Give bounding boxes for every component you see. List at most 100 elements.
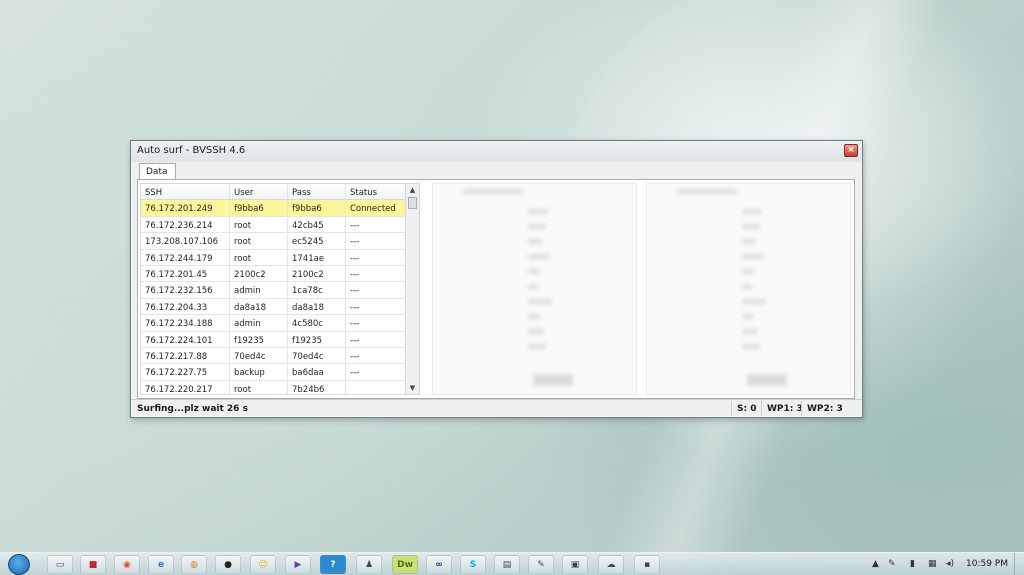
app-window: Auto surf - BVSSH 4.6 × Data SSH User Pa… [130, 140, 863, 418]
cell-ssh: 76.172.234.188 [141, 315, 230, 331]
cell-pass: 7b24b6 [288, 380, 346, 394]
cell-pass: f9bba6 [288, 200, 346, 216]
tray-app-icon[interactable]: ✎ [888, 559, 896, 569]
smiley-icon[interactable]: ☺ [250, 555, 276, 574]
cell-user: 2100c2 [230, 265, 288, 282]
table-row[interactable]: 76.172.232.156 admin 1ca78c --- [141, 282, 419, 299]
spy-icon[interactable]: ♟ [356, 555, 382, 574]
table-row[interactable]: 173.208.107.106 root ec5245 --- [141, 233, 419, 250]
cell-user: root [230, 380, 288, 394]
cell-ssh: 76.172.227.75 [141, 364, 230, 380]
ie-icon[interactable]: e [148, 555, 174, 574]
cell-pass: 70ed4c [288, 347, 346, 364]
status-message: Surfing...plz wait 26 s [137, 404, 248, 414]
network-tray-icon[interactable]: ▦ [928, 559, 937, 569]
table-row[interactable]: 76.172.220.217 root 7b24b6 [141, 380, 419, 394]
ssh-table: SSH User Pass Status 76.172.201.249 f9bba… [140, 183, 420, 395]
terminal-icon[interactable]: ▪ [634, 555, 660, 574]
table-row[interactable]: 76.172.217.88 70ed4c 70ed4c --- [141, 347, 419, 365]
skype-icon[interactable]: S [460, 555, 486, 574]
cell-ssh: 76.172.201.249 [141, 200, 230, 216]
status-s-count: S: 0 [731, 401, 763, 416]
link-icon[interactable]: ∞ [426, 555, 452, 574]
app-red-icon[interactable]: ■ [80, 555, 106, 574]
cell-status: --- [350, 237, 360, 248]
cell-ssh: 76.172.244.179 [141, 249, 230, 265]
cell-ssh: 76.172.236.214 [141, 216, 230, 233]
cell-user: root [230, 233, 288, 249]
scroll-thumb[interactable] [408, 197, 417, 209]
tray-device-icon[interactable]: ▮ [910, 559, 915, 569]
scroll-up-icon[interactable]: ▲ [406, 184, 419, 196]
tray-expand-icon[interactable]: ▲ [872, 559, 879, 569]
cell-status: --- [350, 269, 360, 280]
table-row[interactable]: 76.172.234.188 admin 4c580c --- [141, 315, 419, 332]
cell-user: root [230, 249, 288, 265]
vs-icon[interactable]: ▶ [285, 555, 311, 574]
cell-user: root [230, 216, 288, 233]
cell-pass: 1741ae [288, 249, 346, 265]
notepad-icon[interactable]: ▤ [494, 555, 520, 574]
cell-pass: ba6daa [288, 364, 346, 380]
app-dark-icon[interactable]: ● [215, 555, 241, 574]
title-bar[interactable]: Auto surf - BVSSH 4.6 × [131, 141, 862, 162]
cell-status: --- [350, 319, 360, 330]
cell-user: f19235 [230, 331, 288, 347]
status-wp2-count: WP2: 3 [801, 401, 849, 416]
cell-status: --- [350, 351, 360, 362]
cell-status: --- [350, 220, 360, 231]
cell-user: backup [230, 364, 288, 380]
table-row[interactable]: 76.172.204.33 da8a18 da8a18 --- [141, 298, 419, 316]
cell-user: da8a18 [230, 298, 288, 315]
column-header-pass[interactable]: Pass [288, 184, 346, 200]
table-row[interactable]: 76.172.224.101 f19235 f19235 --- [141, 331, 419, 348]
explorer-icon[interactable]: ▭ [47, 555, 73, 574]
tab-data[interactable]: Data [139, 163, 176, 180]
show-desktop-button[interactable] [1014, 553, 1024, 575]
cell-ssh: 76.172.220.217 [141, 380, 230, 394]
column-header-status[interactable]: Status [346, 184, 406, 199]
window-icon[interactable]: ▣ [562, 555, 588, 574]
window-title: Auto surf - BVSSH 4.6 [137, 145, 246, 156]
blurred-pane-left [432, 183, 637, 395]
data-panel: SSH User Pass Status 76.172.201.249 f9bba… [137, 179, 855, 399]
cell-status: --- [350, 253, 360, 264]
table-row[interactable]: 76.172.236.214 root 42cb45 --- [141, 216, 419, 234]
table-header: SSH User Pass Status [141, 184, 419, 201]
cell-user: 70ed4c [230, 347, 288, 364]
volume-icon[interactable]: ◂) [946, 559, 954, 569]
cell-status: --- [350, 286, 360, 297]
table-row[interactable]: 76.172.201.45 2100c2 2100c2 --- [141, 265, 419, 283]
cell-user: admin [230, 315, 288, 331]
chrome-icon[interactable]: ◉ [114, 555, 140, 574]
table-row[interactable]: 76.172.201.249 f9bba6 f9bba6 Connected [141, 200, 419, 217]
cell-user: f9bba6 [230, 200, 288, 216]
cell-user: admin [230, 282, 288, 298]
table-row[interactable]: 76.172.227.75 backup ba6daa --- [141, 364, 419, 381]
paint-icon[interactable]: ✎ [528, 555, 554, 574]
cell-status: --- [350, 368, 360, 379]
cell-ssh: 76.172.204.33 [141, 298, 230, 315]
table-scrollbar[interactable]: ▲ ▼ [405, 184, 419, 394]
cell-pass: 2100c2 [288, 265, 346, 282]
network-icon[interactable]: ☁ [598, 555, 624, 574]
column-header-user[interactable]: User [230, 184, 288, 200]
app-blue-icon[interactable]: ? [320, 555, 346, 574]
dreamweaver-icon[interactable]: Dw [392, 555, 418, 574]
cell-status [346, 381, 406, 394]
start-button[interactable] [8, 554, 30, 575]
clock[interactable]: 10:59 PM [966, 559, 1008, 569]
column-header-ssh[interactable]: SSH [141, 184, 230, 200]
cell-status: --- [350, 302, 360, 313]
close-icon: × [847, 145, 855, 155]
cell-status: --- [350, 335, 360, 346]
table-row[interactable]: 76.172.244.179 root 1741ae --- [141, 249, 419, 266]
firefox-icon[interactable]: ◍ [181, 555, 207, 574]
cell-status: Connected [350, 204, 396, 215]
blurred-pane-right [646, 183, 851, 395]
close-button[interactable]: × [844, 144, 858, 157]
scroll-down-icon[interactable]: ▼ [406, 382, 419, 394]
status-bar: Surfing...plz wait 26 s S: 0 WP1: 3 WP2:… [131, 399, 862, 417]
taskbar: ▭ ■ ◉ e ◍ ● ☺ ▶? ♟ Dw ∞ S ▤ ✎ ▣ ☁ ▪ ▲ ✎ ▮ ▦ ◂) 10:59 PM [0, 552, 1024, 575]
cell-ssh: 76.172.232.156 [141, 282, 230, 298]
